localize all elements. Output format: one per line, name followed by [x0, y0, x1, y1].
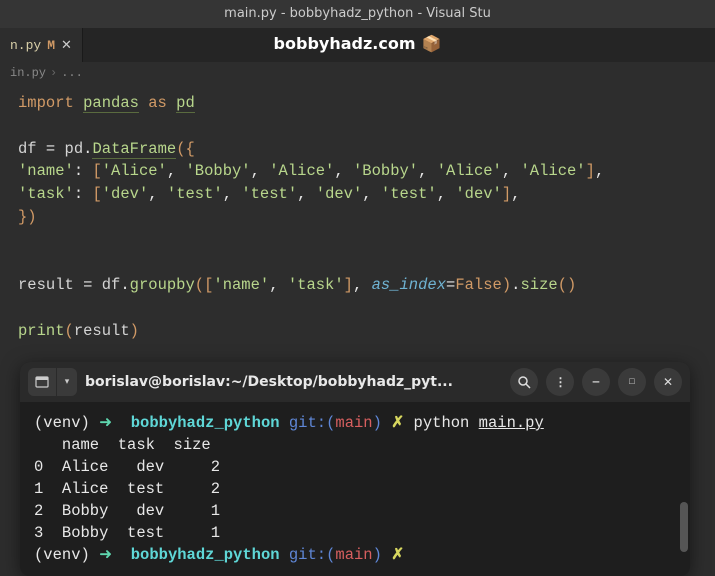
git-close: )	[373, 414, 382, 432]
output-row: 2 Bobby dev 1	[34, 502, 220, 520]
new-tab-button[interactable]	[28, 368, 56, 396]
git-label: git:(	[289, 546, 336, 564]
git-branch: main	[335, 414, 372, 432]
dirty-icon: ✗	[391, 414, 404, 432]
venv-label: (venv)	[34, 546, 90, 564]
close-button[interactable]: ✕	[654, 368, 682, 396]
prompt-dir: bobbyhadz_python	[131, 414, 280, 432]
dirty-icon: ✗	[391, 546, 404, 564]
code-line	[18, 229, 697, 252]
code-line: df = pd.DataFrame({	[18, 138, 697, 161]
maximize-button[interactable]: □	[618, 368, 646, 396]
git-close: )	[373, 546, 382, 564]
chevron-right-icon: ›	[50, 66, 57, 80]
menu-button[interactable]: ⋮	[546, 368, 574, 396]
kebab-icon: ⋮	[555, 375, 566, 390]
search-icon	[518, 376, 531, 389]
terminal-title: borislav@borislav:~/Desktop/bobbyhadz_py…	[85, 374, 502, 390]
close-icon[interactable]: ✕	[61, 38, 72, 53]
output-row: 3 Bobby test 1	[34, 524, 220, 542]
minimize-icon: ‒	[592, 375, 599, 389]
git-label: git:(	[289, 414, 336, 432]
minimize-button[interactable]: ‒	[582, 368, 610, 396]
output-row: 1 Alice test 2	[34, 480, 220, 498]
editor-tab-main[interactable]: n.py M ✕	[0, 28, 83, 62]
tab-filename: n.py	[10, 38, 41, 53]
prompt-dir: bobbyhadz_python	[131, 546, 280, 564]
code-line: result = df.groupby(['name', 'task'], as…	[18, 274, 697, 297]
prompt-arrow: ➜	[99, 414, 112, 432]
code-line	[18, 251, 697, 274]
code-line: 'task': ['dev', 'test', 'test', 'dev', '…	[18, 183, 697, 206]
tab-bar: n.py M ✕ bobbyhadz.com 📦	[0, 28, 715, 62]
cube-icon: 📦	[422, 34, 442, 53]
terminal-icon	[35, 375, 49, 389]
code-line: 'name': ['Alice', 'Bobby', 'Alice', 'Bob…	[18, 160, 697, 183]
code-line	[18, 297, 697, 320]
watermark: bobbyhadz.com 📦	[274, 34, 442, 53]
terminal-titlebar: ▾ borislav@borislav:~/Desktop/bobbyhadz_…	[20, 362, 690, 402]
breadcrumb-more: ...	[61, 66, 83, 80]
venv-label: (venv)	[34, 414, 90, 432]
close-icon: ✕	[663, 375, 673, 390]
code-line: print(result)	[18, 320, 697, 343]
search-button[interactable]	[510, 368, 538, 396]
code-line: import pandas as pd	[18, 92, 697, 115]
code-editor[interactable]: import pandas as pd df = pd.DataFrame({ …	[0, 84, 715, 351]
tab-modified-indicator: M	[47, 38, 55, 53]
code-line	[18, 115, 697, 138]
watermark-text: bobbyhadz.com	[274, 34, 416, 53]
maximize-icon: □	[629, 377, 634, 387]
scrollbar-thumb[interactable]	[680, 502, 688, 552]
output-header: name task size	[34, 436, 211, 454]
breadcrumb-file: in.py	[10, 66, 46, 80]
git-branch: main	[335, 546, 372, 564]
tab-dropdown-button[interactable]: ▾	[57, 368, 77, 396]
prompt-arrow: ➜	[99, 546, 112, 564]
window-titlebar: main.py - bobbyhadz_python - Visual Stu	[0, 0, 715, 28]
code-line: })	[18, 206, 697, 229]
terminal-body[interactable]: (venv) ➜ bobbyhadz_python git:(main) ✗ p…	[20, 402, 690, 576]
breadcrumb[interactable]: in.py ›...	[0, 62, 715, 84]
command: python	[414, 414, 470, 432]
command-arg: main.py	[479, 414, 544, 432]
output-row: 0 Alice dev 2	[34, 458, 220, 476]
terminal-window: ▾ borislav@borislav:~/Desktop/bobbyhadz_…	[20, 362, 690, 576]
